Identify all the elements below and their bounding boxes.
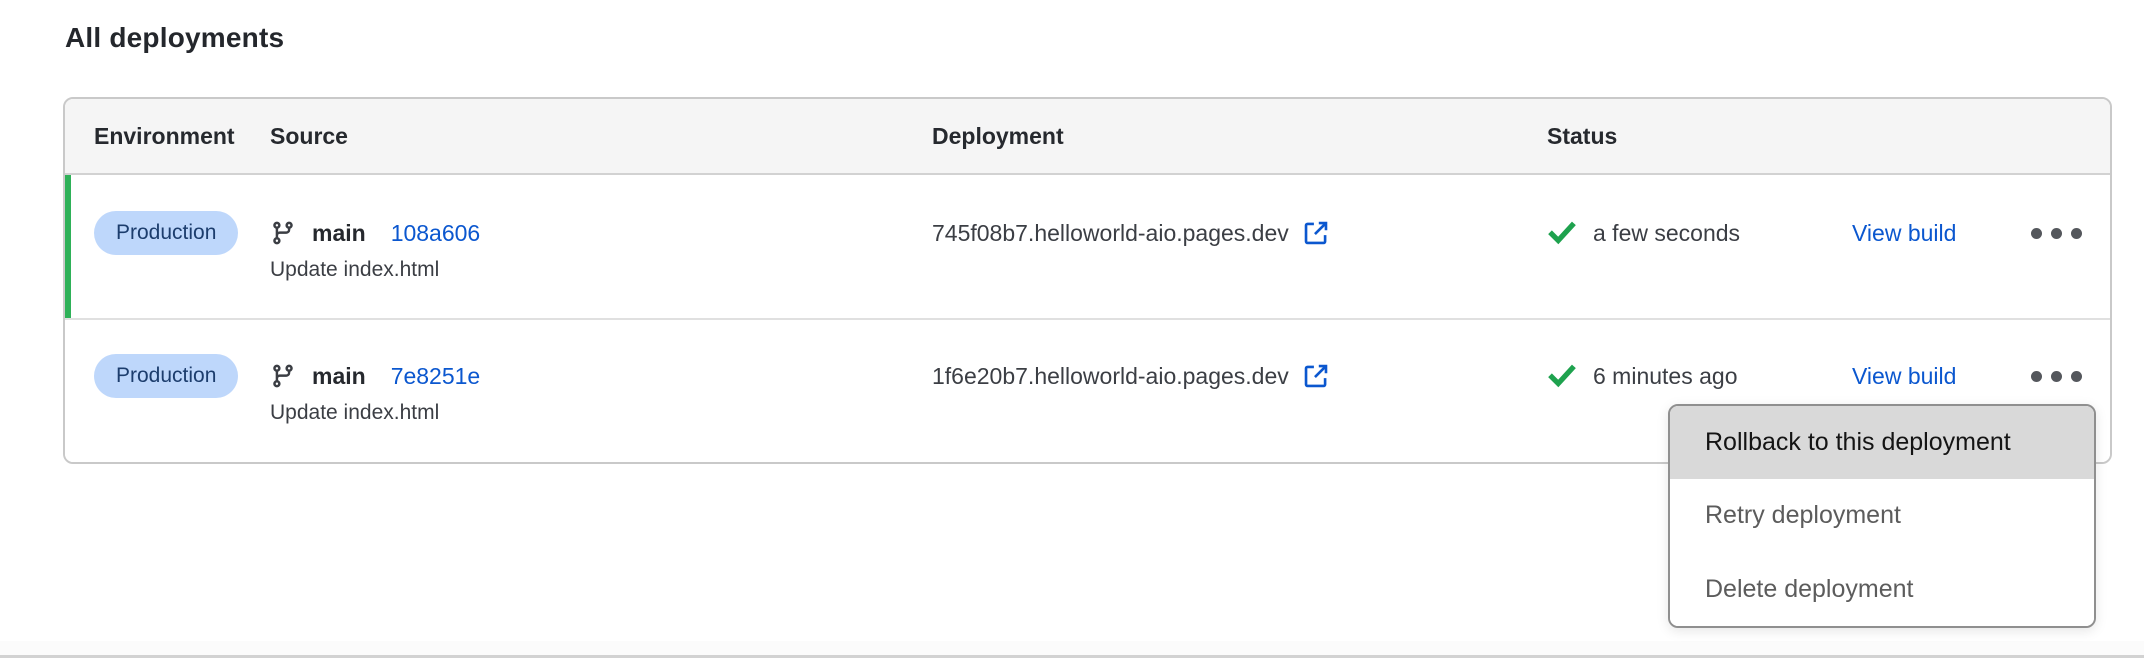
column-header-environment: Environment [65,123,270,150]
bottom-strip [0,641,2144,655]
commit-message: Update index.html [270,258,932,282]
view-build-link[interactable]: View build [1852,363,1956,390]
ellipsis-icon [2031,371,2042,382]
column-header-status: Status [1547,123,1852,150]
git-branch-icon [270,363,296,389]
menu-item-delete[interactable]: Delete deployment [1670,553,2094,626]
view-build-link[interactable]: View build [1852,220,1956,247]
more-options-button[interactable] [2027,361,2086,392]
commit-message: Update index.html [270,401,932,425]
success-check-icon [1547,218,1577,248]
external-link-icon[interactable] [1302,362,1330,390]
menu-item-retry[interactable]: Retry deployment [1670,479,2094,552]
table-header-row: Environment Source Deployment Status [65,99,2110,175]
commit-hash-link[interactable]: 108a606 [391,220,481,247]
section-divider [0,655,2144,658]
column-header-source: Source [270,123,932,150]
current-deployment-indicator [65,175,71,318]
menu-item-rollback[interactable]: Rollback to this deployment [1670,406,2094,479]
more-options-button[interactable] [2027,218,2086,249]
environment-badge: Production [94,211,238,255]
column-header-deployment: Deployment [932,123,1547,150]
ellipsis-icon [2031,228,2042,239]
success-check-icon [1547,361,1577,391]
git-branch-icon [270,220,296,246]
deployment-context-menu: Rollback to this deployment Retry deploy… [1668,404,2096,628]
commit-hash-link[interactable]: 7e8251e [391,363,481,390]
table-row: Production main 108a606 Update index.htm… [65,175,2110,318]
environment-badge: Production [94,354,238,398]
branch-name: main [312,363,366,390]
deployment-url: 745f08b7.helloworld-aio.pages.dev [932,220,1289,247]
page-title: All deployments [65,22,284,54]
branch-name: main [312,220,366,247]
status-time: a few seconds [1593,220,1740,247]
external-link-icon[interactable] [1302,219,1330,247]
status-time: 6 minutes ago [1593,363,1737,390]
deployment-url: 1f6e20b7.helloworld-aio.pages.dev [932,363,1289,390]
